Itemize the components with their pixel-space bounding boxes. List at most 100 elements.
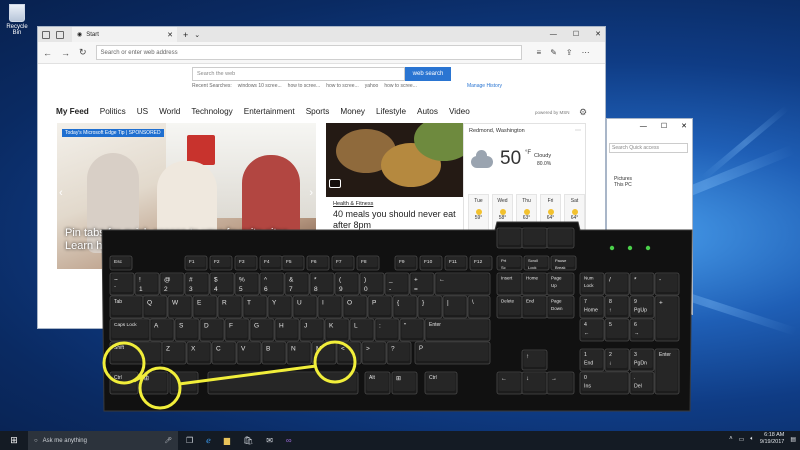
key-numpad-3-pgdn[interactable]: 3 PgDn [629, 348, 655, 372]
key-symbol[interactable]: > [361, 341, 387, 365]
feed-tab-politics[interactable]: Politics [100, 107, 126, 116]
carousel-next-icon[interactable]: › [309, 187, 313, 199]
key-alt-right[interactable]: Alt [364, 371, 391, 395]
share-icon[interactable]: ⇪ [566, 48, 573, 57]
microphone-icon[interactable]: 🎤︎ [164, 437, 172, 444]
key-windows-right[interactable]: ⊞ [391, 371, 418, 395]
key-arrow-right[interactable]: → [546, 371, 575, 395]
cortana-search[interactable]: ○ Ask me anything 🎤︎ [28, 431, 178, 450]
close-window-icon[interactable]: ✕ [595, 27, 601, 42]
key-b[interactable]: B [261, 341, 287, 365]
tab-start[interactable]: ◉ Start ✕ [72, 27, 177, 42]
show-tabs-icon[interactable] [56, 30, 64, 39]
key-blank[interactable] [169, 371, 199, 395]
key-ctrl-right[interactable]: Ctrl [424, 371, 458, 395]
volume-icon[interactable]: 🔈︎ [750, 436, 754, 443]
feed-tab-technology[interactable]: Technology [191, 107, 232, 116]
feed-tab-entertainment[interactable]: Entertainment [244, 107, 295, 116]
web-search-button[interactable]: web search [405, 67, 451, 81]
minimize-icon[interactable]: — [640, 119, 647, 134]
close-tab-icon[interactable]: ✕ [167, 31, 173, 39]
feed-tab-money[interactable]: Money [340, 107, 365, 116]
key-arrow-left[interactable]: ← [496, 371, 523, 395]
key-numpad-0[interactable]: 0 Ins [579, 371, 630, 395]
key-shift-left[interactable]: Shift [109, 341, 163, 365]
key-ctrl-left[interactable]: Ctrl [109, 371, 139, 395]
new-tab-icon[interactable]: + [183, 30, 188, 40]
maximize-icon[interactable]: ☐ [661, 119, 667, 134]
more-icon[interactable]: ⋯ [582, 48, 590, 57]
feed-tab-video[interactable]: Video [449, 107, 470, 116]
key-v[interactable]: V [236, 341, 262, 365]
weather-more-icon[interactable]: ⋯ [575, 127, 581, 134]
pictures-item[interactable]: Pictures This PC [614, 176, 632, 188]
recent-item[interactable]: how to scree... [384, 83, 417, 89]
gear-icon[interactable]: ⚙ [579, 107, 587, 118]
web-search-input[interactable]: Search the web [192, 67, 405, 81]
food-article[interactable]: Health & Fitness 40 meals you should nev… [333, 201, 463, 231]
visual-studio-icon[interactable]: ∞ [286, 436, 292, 445]
key-symbol[interactable]: < [336, 341, 362, 365]
windows-start-icon[interactable]: ⊞ [0, 431, 28, 450]
key-label: 3 [634, 352, 637, 358]
feed-tab-lifestyle[interactable]: Lifestyle [376, 107, 406, 116]
desktop: Recycle Bin ◉ Start ✕ + ⌄ — ☐ ✕ ← → ↻ Se [0, 0, 800, 450]
key-numpad-5[interactable]: 5 [604, 318, 630, 342]
key-shift-right[interactable]: P [414, 341, 491, 365]
feed-tab-us[interactable]: US [137, 107, 148, 116]
chevron-up-icon[interactable]: ˄ [729, 436, 733, 442]
edge-taskbar-icon[interactable]: ℯ [206, 436, 211, 445]
network-icon[interactable]: ▭ [739, 436, 745, 443]
back-icon[interactable]: ← [43, 48, 52, 58]
food-headline[interactable]: 40 meals you should never eat after 8pm [333, 209, 463, 231]
carousel-prev-icon[interactable]: ‹ [59, 187, 63, 199]
key-c[interactable]: C [211, 341, 237, 365]
weather-card[interactable]: Redmond, Washington ⋯ 50 °F Cloudy 80.0%… [463, 123, 586, 234]
maximize-icon[interactable]: ☐ [573, 27, 579, 42]
key-m[interactable]: M [311, 341, 337, 365]
feed-tab-world[interactable]: World [159, 107, 180, 116]
key-windows[interactable]: ⊞ [139, 371, 169, 395]
recent-item[interactable]: how to scree... [288, 83, 321, 89]
manage-history-link[interactable]: Manage History [467, 83, 502, 89]
tab-menu-chevron-icon[interactable]: ⌄ [194, 31, 200, 39]
food-article-image[interactable] [326, 123, 463, 197]
key-n[interactable]: N [286, 341, 312, 365]
action-center-icon[interactable]: ▤ [790, 436, 796, 443]
quick-access-search[interactable]: Search Quick access [609, 143, 688, 153]
file-explorer-icon[interactable]: ▆ [224, 436, 230, 445]
recent-item[interactable]: windows 10 scree... [238, 83, 282, 89]
recent-item[interactable]: yahoo [365, 83, 379, 89]
key-label: M [316, 346, 321, 353]
food-category[interactable]: Health & Fitness [333, 201, 463, 207]
clock[interactable]: 6:18 AM 9/19/2017 [760, 432, 784, 446]
note-icon[interactable]: ✎ [550, 48, 557, 57]
hero-article[interactable]: Today's Microsoft Edge Tip | SPONSORED ‹… [57, 123, 316, 269]
key-arrow-down[interactable]: ↓ [521, 371, 548, 395]
store-icon[interactable]: 🛍︎ [243, 436, 253, 445]
hub-icon[interactable]: ≡ [537, 48, 542, 57]
key-x[interactable]: X [186, 341, 212, 365]
close-window-icon[interactable]: ✕ [681, 119, 687, 134]
key-space[interactable] [207, 371, 359, 395]
minimize-icon[interactable]: — [550, 27, 557, 42]
feed-tab-my-feed[interactable]: My Feed [56, 107, 89, 116]
task-view-icon[interactable]: ❐ [186, 436, 193, 445]
recent-item[interactable]: how to scree... [326, 83, 359, 89]
feed-tab-autos[interactable]: Autos [417, 107, 438, 116]
key-numpad-enter[interactable]: Enter [654, 348, 680, 395]
key-numpad-1-end[interactable]: 1 End [579, 348, 605, 372]
key-numpad-dot[interactable]: . Del [629, 371, 655, 395]
refresh-icon[interactable]: ↻ [79, 47, 87, 58]
key-symbol[interactable]: ? [386, 341, 412, 365]
key-z[interactable]: Z [161, 341, 187, 365]
key-arrow-up[interactable]: ↑ [521, 349, 548, 371]
feed-tab-sports[interactable]: Sports [306, 107, 330, 116]
tabs-aside-icon[interactable] [42, 30, 50, 39]
recycle-bin[interactable]: Recycle Bin [2, 4, 32, 36]
address-bar[interactable]: Search or enter web address [95, 45, 522, 60]
key-numpad-6[interactable]: 6→ [629, 318, 655, 342]
key-numpad-2[interactable]: 2↓ [604, 348, 630, 372]
forward-icon[interactable]: → [61, 48, 70, 58]
mail-icon[interactable]: ✉ [266, 436, 273, 445]
